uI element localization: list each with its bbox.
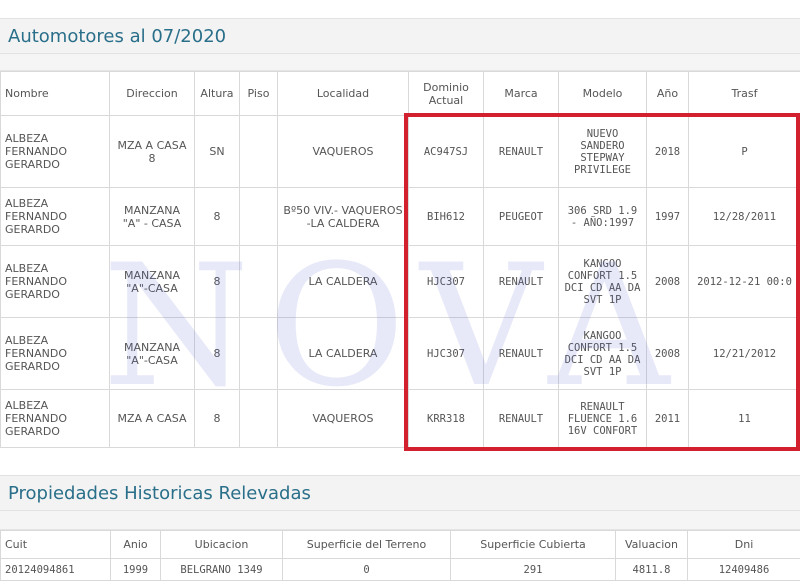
cell-piso [240, 116, 278, 188]
cell-marca: RENAULT [484, 390, 559, 448]
cell-piso [240, 246, 278, 318]
cell-localidad: LA CALDERA [278, 318, 409, 390]
cell-marca: RENAULT [484, 318, 559, 390]
col-header-anio[interactable]: Anio [111, 531, 161, 559]
cell-trasf: 12/28/2011 [689, 188, 800, 246]
cell-altura: 8 [195, 188, 240, 246]
cell-dominio: BIH612 [409, 188, 484, 246]
cell-direccion: MANZANA "A"-CASA [110, 318, 195, 390]
cell-dominio: AC947SJ [409, 116, 484, 188]
cell-marca: PEUGEOT [484, 188, 559, 246]
col-header-ubicacion[interactable]: Ubicacion [161, 531, 283, 559]
cell-direccion: MANZANA "A" - CASA [110, 188, 195, 246]
cell-piso [240, 390, 278, 448]
table-row: ALBEZA FERNANDO GERARDO MZA A CASA 8 SN … [1, 116, 800, 188]
cell-superficie-terreno: 0 [283, 559, 451, 581]
table-row: ALBEZA FERNANDO GERARDO MZA A CASA 8 VAQ… [1, 390, 800, 448]
col-header-marca[interactable]: Marca [484, 72, 559, 116]
col-header-direccion[interactable]: Direccion [110, 72, 195, 116]
cell-ubicacion: BELGRANO 1349 [161, 559, 283, 581]
cell-dominio: KRR318 [409, 390, 484, 448]
properties-table: Cuit Anio Ubicacion Superficie del Terre… [0, 530, 800, 581]
cell-modelo: NUEVO SANDERO STEPWAY PRIVILEGE [559, 116, 647, 188]
cell-nombre: ALBEZA FERNANDO GERARDO [1, 390, 110, 448]
cell-nombre: ALBEZA FERNANDO GERARDO [1, 116, 110, 188]
col-header-trasf[interactable]: Trasf [689, 72, 800, 116]
cell-direccion: MANZANA "A"-CASA [110, 246, 195, 318]
cell-anio: 2008 [647, 246, 689, 318]
vehicles-table: Nombre Direccion Altura Piso Localidad D… [0, 71, 800, 448]
cell-dni: 12409486 [688, 559, 800, 581]
cell-modelo: KANGOO CONFORT 1.5 DCI CD AA DA SVT 1P [559, 246, 647, 318]
table-row: ALBEZA FERNANDO GERARDO MANZANA "A"-CASA… [1, 318, 800, 390]
cell-localidad: VAQUEROS [278, 116, 409, 188]
cell-trasf: 11 [689, 390, 800, 448]
vehicles-header-row: Nombre Direccion Altura Piso Localidad D… [1, 72, 800, 116]
properties-toolbar-band [0, 511, 800, 530]
cell-nombre: ALBEZA FERNANDO GERARDO [1, 318, 110, 390]
col-header-dni[interactable]: Dni [688, 531, 800, 559]
cell-dominio: HJC307 [409, 246, 484, 318]
cell-direccion: MZA A CASA 8 [110, 116, 195, 188]
col-header-anio[interactable]: Año [647, 72, 689, 116]
table-row: ALBEZA FERNANDO GERARDO MANZANA "A"-CASA… [1, 246, 800, 318]
cell-altura: 8 [195, 390, 240, 448]
cell-altura: 8 [195, 246, 240, 318]
properties-section-title: Propiedades Historicas Relevadas [8, 483, 311, 504]
cell-superficie-cubierta: 291 [451, 559, 616, 581]
col-header-modelo[interactable]: Modelo [559, 72, 647, 116]
cell-altura: 8 [195, 318, 240, 390]
cell-localidad: VAQUEROS [278, 390, 409, 448]
cell-altura: SN [195, 116, 240, 188]
cell-marca: RENAULT [484, 116, 559, 188]
cell-anio: 1999 [111, 559, 161, 581]
cell-trasf: 2012-12-21 00:0 [689, 246, 800, 318]
col-header-nombre[interactable]: Nombre [1, 72, 110, 116]
cell-trasf: 12/21/2012 [689, 318, 800, 390]
cell-valuacion: 4811.8 [616, 559, 688, 581]
cell-cuit: 20124094861 [1, 559, 111, 581]
col-header-valuacion[interactable]: Valuacion [616, 531, 688, 559]
cell-marca: RENAULT [484, 246, 559, 318]
col-header-dominio[interactable]: Dominio Actual [409, 72, 484, 116]
cell-anio: 2008 [647, 318, 689, 390]
cell-direccion: MZA A CASA [110, 390, 195, 448]
col-header-localidad[interactable]: Localidad [278, 72, 409, 116]
cell-modelo: RENAULT FLUENCE 1.6 16V CONFORT [559, 390, 647, 448]
cell-piso [240, 188, 278, 246]
cell-dominio: HJC307 [409, 318, 484, 390]
cell-trasf: P [689, 116, 800, 188]
cell-piso [240, 318, 278, 390]
cell-anio: 1997 [647, 188, 689, 246]
cell-modelo: KANGOO CONFORT 1.5 DCI CD AA DA SVT 1P [559, 318, 647, 390]
table-row: 20124094861 1999 BELGRANO 1349 0 291 481… [1, 559, 800, 581]
cell-anio: 2018 [647, 116, 689, 188]
vehicles-section-title: Automotores al 07/2020 [8, 26, 226, 47]
cell-anio: 2011 [647, 390, 689, 448]
vehicles-section-header: Automotores al 07/2020 [0, 18, 800, 54]
cell-nombre: ALBEZA FERNANDO GERARDO [1, 188, 110, 246]
col-header-superficie-cubierta[interactable]: Superficie Cubierta [451, 531, 616, 559]
cell-modelo: 306 SRD 1.9 - AÑO:1997 [559, 188, 647, 246]
properties-header-row: Cuit Anio Ubicacion Superficie del Terre… [1, 531, 800, 559]
properties-section-header: Propiedades Historicas Relevadas [0, 475, 800, 511]
cell-localidad: LA CALDERA [278, 246, 409, 318]
col-header-superficie-terreno[interactable]: Superficie del Terreno [283, 531, 451, 559]
table-row: ALBEZA FERNANDO GERARDO MANZANA "A" - CA… [1, 188, 800, 246]
vehicles-toolbar-band [0, 54, 800, 71]
col-header-cuit[interactable]: Cuit [1, 531, 111, 559]
col-header-altura[interactable]: Altura [195, 72, 240, 116]
col-header-piso[interactable]: Piso [240, 72, 278, 116]
cell-localidad: Bº50 VIV.- VAQUEROS -LA CALDERA [278, 188, 409, 246]
cell-nombre: ALBEZA FERNANDO GERARDO [1, 246, 110, 318]
